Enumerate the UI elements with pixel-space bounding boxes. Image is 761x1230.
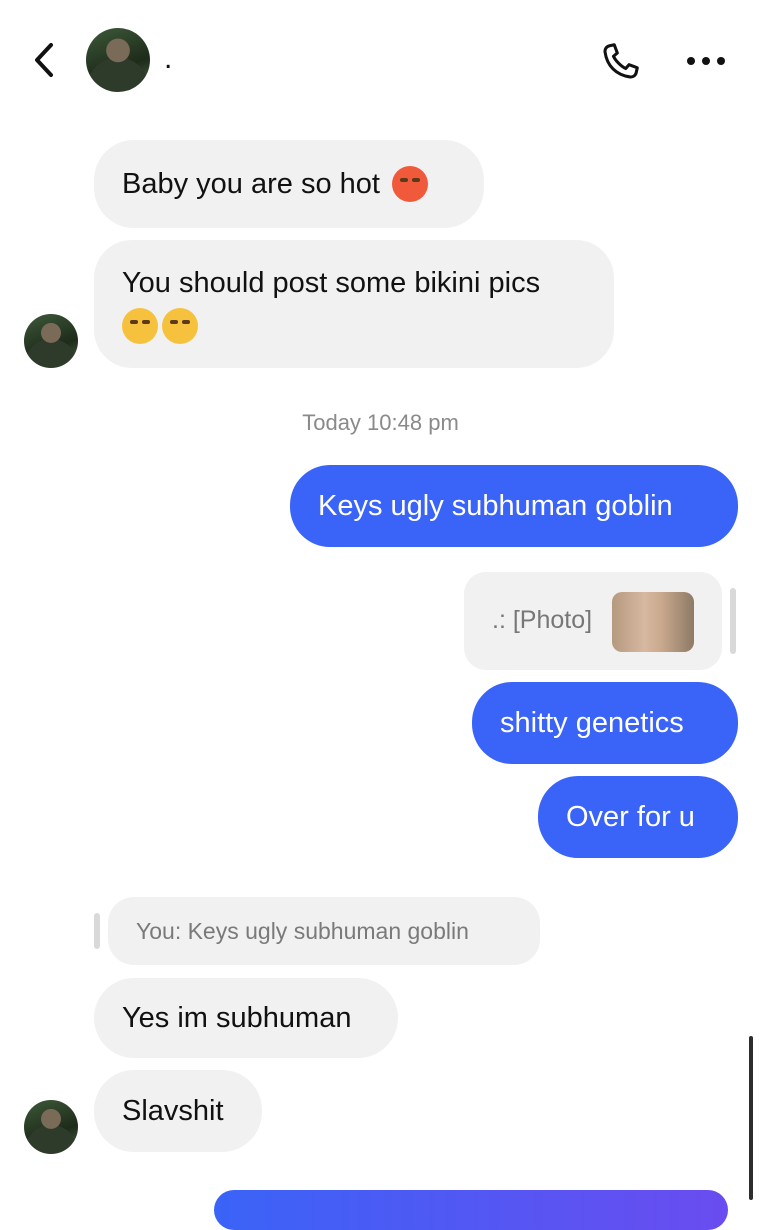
hot-face-emoji-icon (391, 166, 428, 202)
contact-avatar-small[interactable] (24, 314, 78, 368)
outgoing-message[interactable]: Over for u (538, 776, 738, 858)
chevron-left-icon (35, 43, 53, 77)
incoming-message[interactable]: Yes im subhuman (94, 978, 398, 1058)
contact-avatar[interactable] (86, 28, 150, 92)
phone-icon (603, 43, 639, 79)
photo-reply-preview[interactable]: .: [Photo] (464, 572, 722, 670)
message-text: Over for u (566, 801, 695, 833)
outgoing-message[interactable]: shitty genetics (472, 682, 738, 764)
more-options-button[interactable] (680, 40, 732, 82)
message-timestamp: Today 10:48 pm (302, 410, 459, 435)
reply-indicator-bar (730, 588, 736, 654)
scrollbar[interactable] (749, 1036, 753, 1200)
back-button[interactable] (24, 38, 64, 82)
incoming-message[interactable]: Baby you are so hot (94, 140, 484, 228)
message-text: Baby you are so hot (122, 168, 380, 200)
emoji-row (122, 304, 198, 346)
message-text: Slavshit (122, 1095, 224, 1127)
contact-avatar-small[interactable] (24, 1100, 78, 1154)
outgoing-message-partial[interactable] (214, 1190, 728, 1230)
smirk-emoji-icon (122, 308, 158, 345)
message-text: shitty genetics (500, 707, 684, 739)
chat-header: . (0, 0, 761, 120)
incoming-message[interactable]: Slavshit (94, 1070, 262, 1152)
photo-thumbnail[interactable] (612, 592, 694, 652)
smirk-emoji-icon (162, 308, 198, 345)
more-horizontal-icon (687, 57, 725, 65)
reply-indicator-bar (94, 913, 100, 949)
outgoing-message[interactable]: Keys ugly subhuman goblin (290, 465, 738, 547)
reply-photo-label: .: [Photo] (492, 606, 593, 634)
contact-name[interactable]: . (164, 44, 172, 74)
quoted-message-preview[interactable]: You: Keys ugly subhuman goblin (108, 897, 540, 965)
message-text: Keys ugly subhuman goblin (318, 490, 673, 522)
incoming-message[interactable]: You should post some bikini pics (94, 240, 614, 368)
message-text: You should post some bikini pics (122, 267, 541, 299)
call-button[interactable] (594, 36, 646, 88)
message-text: Yes im subhuman (122, 1002, 352, 1034)
